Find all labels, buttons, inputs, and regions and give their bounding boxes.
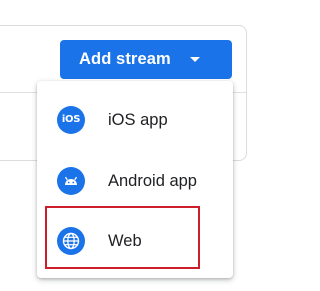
menu-item-label: iOS app [108, 111, 168, 129]
menu-item-label: Android app [108, 172, 197, 190]
menu-item-android-app[interactable]: Android app [37, 152, 233, 210]
add-stream-label: Add stream [79, 50, 171, 68]
menu-item-ios-app[interactable]: iOS iOS app [37, 91, 233, 149]
android-icon [57, 167, 85, 195]
arrow-drop-down-icon [190, 57, 200, 62]
highlight-box [45, 206, 200, 269]
ios-icon: iOS [57, 106, 85, 134]
add-stream-menu: iOS iOS app Android app Web [37, 81, 233, 278]
add-stream-button[interactable]: Add stream [60, 40, 232, 79]
